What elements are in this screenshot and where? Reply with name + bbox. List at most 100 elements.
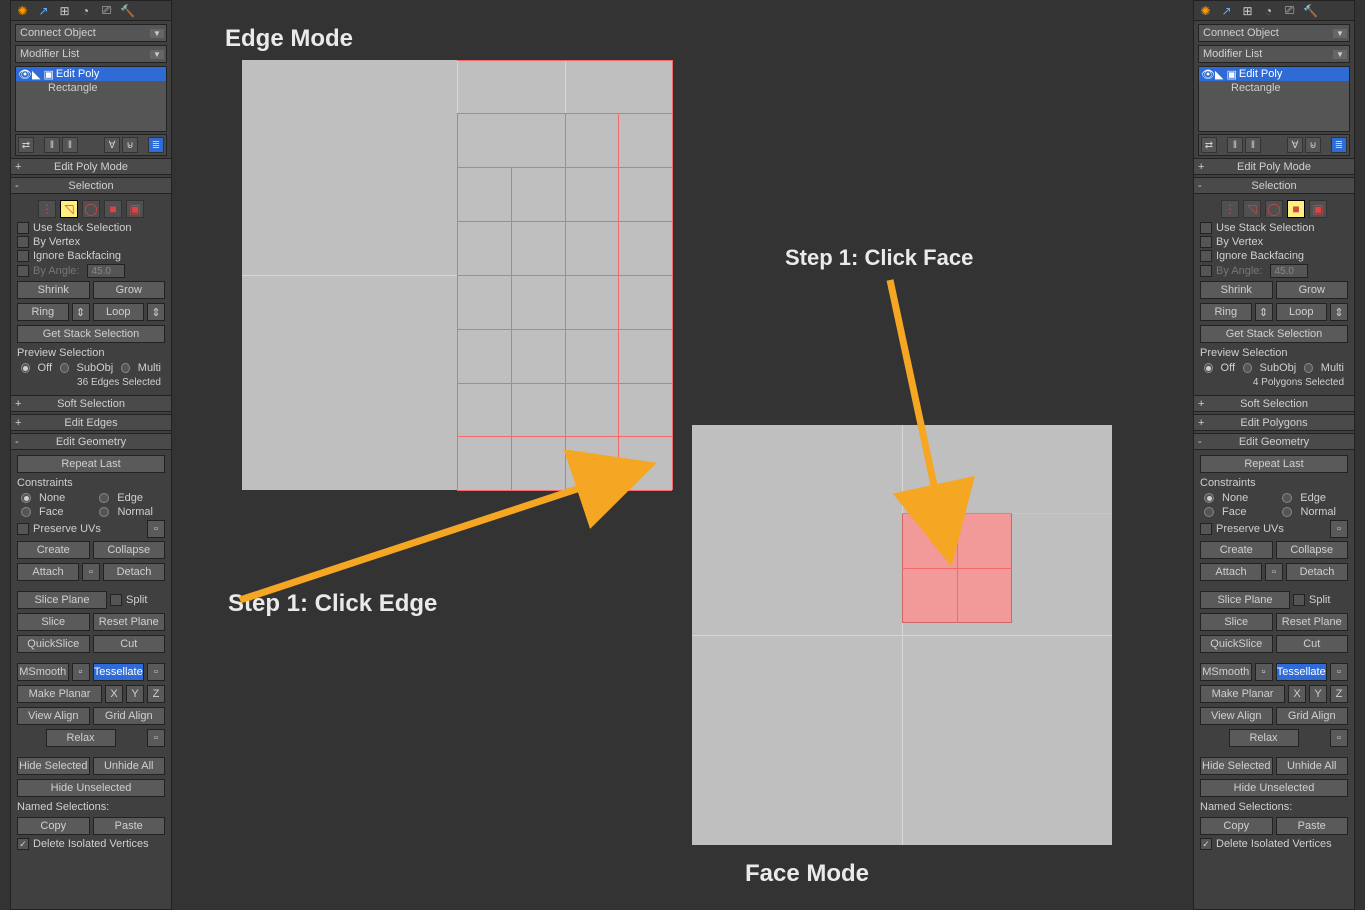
planar-x-button[interactable]: X (1288, 685, 1306, 703)
modify-tab-icon[interactable]: ↗ (34, 2, 53, 19)
tessellate-settings-icon[interactable]: ▫ (147, 663, 165, 681)
by-vertex-checkbox[interactable]: By Vertex (1200, 235, 1348, 249)
shrink-button[interactable]: Shrink (17, 281, 90, 299)
ignore-backfacing-checkbox[interactable]: Ignore Backfacing (17, 249, 165, 263)
grow-button[interactable]: Grow (1276, 281, 1349, 299)
preserve-uvs-checkbox[interactable]: Preserve UVs▫ (17, 519, 165, 539)
by-vertex-checkbox[interactable]: By Vertex (17, 235, 165, 249)
ring-button[interactable]: Ring (17, 303, 69, 321)
vertex-mode-icon[interactable]: ⋮ (38, 200, 56, 218)
attach-button[interactable]: Attach (1200, 563, 1262, 581)
create-tab-icon[interactable]: ✺ (13, 2, 32, 19)
relax-button[interactable]: Relax (46, 729, 116, 747)
object-name-field[interactable]: Connect Object (1198, 24, 1350, 42)
modify-tab-icon[interactable]: ↗ (1217, 2, 1236, 19)
make-planar-button[interactable]: Make Planar (17, 685, 102, 703)
view-align-button[interactable]: View Align (17, 707, 90, 725)
object-name-field[interactable]: Connect Object (15, 24, 167, 42)
planar-z-button[interactable]: Z (1330, 685, 1348, 703)
msmooth-button[interactable]: MSmooth (17, 663, 69, 681)
paste-button[interactable]: Paste (93, 817, 166, 835)
constraint-normal-radio[interactable] (99, 507, 109, 517)
preview-off-radio[interactable] (1204, 363, 1213, 373)
element-mode-icon[interactable]: ▣ (126, 200, 144, 218)
use-stack-selection-checkbox[interactable]: Use Stack Selection (17, 221, 165, 235)
get-stack-selection-button[interactable]: Get Stack Selection (1200, 325, 1348, 343)
cut-button[interactable]: Cut (93, 635, 166, 653)
constraint-none-radio[interactable] (21, 493, 31, 503)
relax-button[interactable]: Relax (1229, 729, 1299, 747)
border-mode-icon[interactable]: ◯ (1265, 200, 1283, 218)
preview-subobj-radio[interactable] (60, 363, 69, 373)
create-button[interactable]: Create (17, 541, 90, 559)
modifier-stack[interactable]: 👁 ◣ ▣ Edit Poly Rectangle (15, 66, 167, 132)
planar-z-button[interactable]: Z (147, 685, 165, 703)
cut-button[interactable]: Cut (1276, 635, 1349, 653)
grow-button[interactable]: Grow (93, 281, 166, 299)
grid-align-button[interactable]: Grid Align (1276, 707, 1349, 725)
detach-button[interactable]: Detach (103, 563, 165, 581)
ring-button[interactable]: Ring (1200, 303, 1252, 321)
attach-list-icon[interactable]: ▫ (1265, 563, 1283, 581)
utilities-tab-icon[interactable]: 🔨 (1301, 2, 1320, 19)
hide-unselected-button[interactable]: Hide Unselected (17, 779, 165, 797)
preserve-uvs-settings-icon[interactable]: ▫ (147, 520, 165, 538)
hide-unselected-button[interactable]: Hide Unselected (1200, 779, 1348, 797)
rollout-header[interactable]: -Selection (11, 178, 171, 194)
constraint-edge-radio[interactable] (99, 493, 109, 503)
split-checkbox[interactable]: Split (1293, 591, 1348, 609)
view-align-button[interactable]: View Align (1200, 707, 1273, 725)
loop-button[interactable]: Loop (93, 303, 145, 321)
rollout-soft-selection[interactable]: +Soft Selection (1194, 396, 1354, 412)
attach-button[interactable]: Attach (17, 563, 79, 581)
utilities-tab-icon[interactable]: 🔨 (118, 2, 137, 19)
loop-spinner[interactable]: ⇕ (1330, 303, 1348, 321)
configure-icon[interactable]: ⊌ (1305, 137, 1321, 153)
paste-button[interactable]: Paste (1276, 817, 1349, 835)
configure-sets-icon[interactable]: ≣ (148, 137, 164, 153)
shrink-button[interactable]: Shrink (1200, 281, 1273, 299)
pin-stack-icon[interactable]: ⇄ (1201, 137, 1217, 153)
relax-settings-icon[interactable]: ▫ (1330, 729, 1348, 747)
preview-multi-radio[interactable] (121, 363, 130, 373)
ring-spinner[interactable]: ⇕ (1255, 303, 1273, 321)
preview-off-radio[interactable] (21, 363, 30, 373)
hierarchy-tab-icon[interactable]: ⊞ (55, 2, 74, 19)
make-unique-icon[interactable]: ‖ (62, 137, 78, 153)
make-unique-icon[interactable]: ‖ (1245, 137, 1261, 153)
edge-mode-icon[interactable]: ◹ (1243, 200, 1261, 218)
stack-item-edit-poly[interactable]: 👁◣ ▣Edit Poly (1199, 67, 1349, 81)
display-tab-icon[interactable]: ⎚ (97, 2, 116, 19)
relax-settings-icon[interactable]: ▫ (147, 729, 165, 747)
configure-icon[interactable]: ⊌ (122, 137, 138, 153)
rollout-edit-edges[interactable]: +Edit Edges (11, 415, 171, 431)
display-tab-icon[interactable]: ⎚ (1280, 2, 1299, 19)
copy-button[interactable]: Copy (17, 817, 90, 835)
attach-list-icon[interactable]: ▫ (82, 563, 100, 581)
msmooth-settings-icon[interactable]: ▫ (1255, 663, 1273, 681)
delete-isolated-vertices-checkbox[interactable]: ✓Delete Isolated Vertices (1200, 837, 1348, 851)
preview-subobj-radio[interactable] (1243, 363, 1252, 373)
by-angle-checkbox[interactable]: By Angle:45.0 (17, 263, 165, 279)
unhide-all-button[interactable]: Unhide All (1276, 757, 1349, 775)
viewport-edge-mode[interactable] (242, 60, 672, 490)
copy-button[interactable]: Copy (1200, 817, 1273, 835)
modifier-list-dropdown[interactable]: Modifier List (15, 45, 167, 63)
preview-multi-radio[interactable] (1304, 363, 1313, 373)
show-end-result-icon[interactable]: ‖ (1227, 137, 1243, 153)
ignore-backfacing-checkbox[interactable]: Ignore Backfacing (1200, 249, 1348, 263)
detach-button[interactable]: Detach (1286, 563, 1348, 581)
repeat-last-button[interactable]: Repeat Last (1200, 455, 1348, 473)
rollout-edit-polygons[interactable]: +Edit Polygons (1194, 415, 1354, 431)
get-stack-selection-button[interactable]: Get Stack Selection (17, 325, 165, 343)
by-angle-checkbox[interactable]: By Angle:45.0 (1200, 263, 1348, 279)
quickslice-button[interactable]: QuickSlice (17, 635, 90, 653)
show-end-result-icon[interactable]: ‖ (44, 137, 60, 153)
tessellate-button[interactable]: Tessellate (93, 663, 145, 681)
polygon-mode-icon[interactable]: ■ (1287, 200, 1305, 218)
reset-plane-button[interactable]: Reset Plane (93, 613, 166, 631)
create-tab-icon[interactable]: ✺ (1196, 2, 1215, 19)
loop-spinner[interactable]: ⇕ (147, 303, 165, 321)
grid-align-button[interactable]: Grid Align (93, 707, 166, 725)
stack-item-edit-poly[interactable]: 👁 ◣ ▣ Edit Poly (16, 67, 166, 81)
